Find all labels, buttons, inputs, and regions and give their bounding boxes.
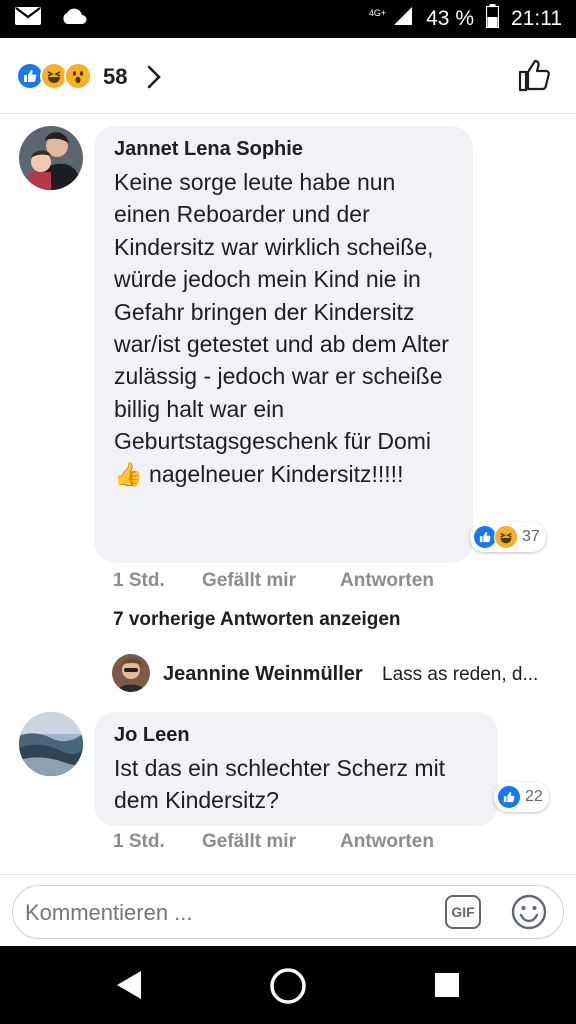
home-icon[interactable] xyxy=(268,966,308,1011)
mail-icon xyxy=(14,6,42,31)
reply-text: Lass as reden, d... xyxy=(382,664,539,685)
comment-time: 1 Std. xyxy=(113,570,165,591)
cloud-icon xyxy=(60,7,88,30)
comment-input[interactable] xyxy=(25,900,425,926)
comment-text: Keine sorge leute habe nun einen Reboard… xyxy=(114,169,449,487)
reaction-count: 37 xyxy=(522,528,540,545)
avatar[interactable] xyxy=(112,654,150,692)
comment-bubble: Jannet Lena Sophie Keine sorge leute hab… xyxy=(94,126,473,563)
battery-icon xyxy=(485,4,500,34)
network-type: 4G+ xyxy=(368,8,387,18)
comment-composer: GIF xyxy=(0,874,576,946)
comment-reactions[interactable]: 22 xyxy=(494,782,549,812)
comment-bubble: Jo Leen Ist das ein schlechter Scherz mi… xyxy=(94,712,498,826)
status-bar: 4G+ 43 % 21:11 xyxy=(0,0,576,38)
reply-author[interactable]: Jeannine Weinmüller xyxy=(163,663,363,686)
more-replies-link[interactable]: 7 vorherige Antworten anzeigen xyxy=(113,609,401,631)
battery-percent: 43 % xyxy=(426,7,474,30)
gif-button[interactable]: GIF xyxy=(445,895,481,929)
like-reaction-icon xyxy=(497,785,521,809)
like-button-icon[interactable] xyxy=(518,58,552,97)
reply-link[interactable]: Antworten xyxy=(340,570,434,592)
avatar[interactable] xyxy=(19,712,83,776)
reply-link[interactable]: Antworten xyxy=(340,831,434,853)
wow-reaction-icon xyxy=(64,62,92,90)
reaction-count: 58 xyxy=(103,64,128,89)
comment-reactions[interactable]: 37 xyxy=(470,522,546,552)
clock: 21:11 xyxy=(511,7,562,30)
like-link[interactable]: Gefällt mir xyxy=(202,570,296,592)
comment-time: 1 Std. xyxy=(113,831,165,852)
reaction-count: 22 xyxy=(525,788,543,805)
chevron-right-icon[interactable] xyxy=(146,64,162,95)
like-link[interactable]: Gefällt mir xyxy=(202,831,296,853)
comment-author[interactable]: Jannet Lena Sophie xyxy=(114,138,453,161)
comment-text: Ist das ein schlechter Scherz mit dem Ki… xyxy=(114,755,446,814)
avatar[interactable] xyxy=(19,126,83,190)
emoji-icon[interactable] xyxy=(511,894,547,935)
haha-reaction-icon xyxy=(494,525,518,549)
comment-actions: 1 Std. Gefällt mir Antworten xyxy=(0,570,576,596)
signal-icon xyxy=(392,5,414,33)
recents-icon[interactable] xyxy=(434,972,460,1003)
reply-preview[interactable]: Jeannine Weinmüller Lass as reden, d... xyxy=(112,654,552,694)
reaction-icons xyxy=(16,62,92,90)
comment-author[interactable]: Jo Leen xyxy=(114,724,478,747)
back-icon[interactable] xyxy=(114,968,144,1007)
comment-actions: 1 Std. Gefällt mir Antworten xyxy=(0,831,576,857)
navigation-bar xyxy=(0,946,576,1024)
reactions-header[interactable]: 58 xyxy=(0,38,576,114)
comment-input-box[interactable]: GIF xyxy=(12,885,564,939)
